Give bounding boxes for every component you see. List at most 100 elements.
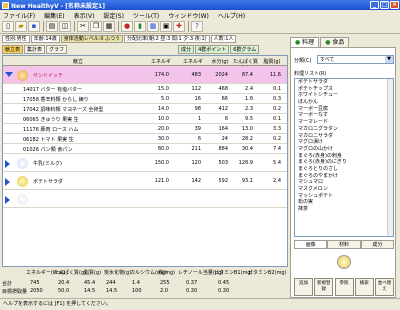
copy-icon[interactable]: ❐ [90, 21, 102, 32]
tab-summary[interactable]: 集計表 [24, 45, 46, 54]
row-value: 30.0 [157, 135, 169, 142]
dish-list-scrollbar[interactable] [387, 79, 393, 236]
tab-menu-table[interactable]: 献立表 [2, 45, 24, 54]
menu-settings[interactable]: 設定(S) [103, 11, 124, 20]
dish-list-item[interactable]: ポテトサラダ [295, 79, 393, 86]
row-value: 884 [218, 145, 228, 152]
collapsed-arrow-icon[interactable] [5, 196, 10, 204]
row-value: 5.0 [161, 95, 169, 102]
row-value: 121.0 [154, 177, 169, 184]
ratio-field[interactable]: 分配比率(朝:2 昼:3 間:1 夕:3 夜:1) [123, 35, 210, 43]
dish-list-item[interactable]: ポテトチップス [295, 86, 393, 93]
person-icon[interactable]: ● [121, 21, 133, 32]
tab-image[interactable]: 画像 [294, 240, 328, 249]
tab-dishes[interactable]: ● 料理 [290, 37, 320, 47]
dish-list[interactable]: ポテトサラダ ポテトチップス ホワイトシチュー ほんかん マーボー豆腐 マーボーなす マーマ… [294, 78, 394, 237]
header-fat: 脂質(g) [263, 59, 281, 65]
chart-icon[interactable]: ▮ [134, 21, 146, 32]
calendar-icon[interactable]: ▣ [160, 21, 172, 32]
dish-list-item[interactable]: マグロ漬け [295, 139, 393, 146]
total-value: 1.4 [132, 280, 140, 286]
row-value: 128.9 [238, 159, 253, 166]
ingredient-row[interactable]: 14017 バター 有塩バター 15.0 112 468 2.4 0.1 [3, 84, 287, 94]
dish-list-item[interactable]: まぐろ(赤身)のにぎり [295, 159, 393, 166]
menu-window[interactable]: ウィンドウ(W) [168, 11, 209, 20]
menu-file[interactable]: ファイル(F) [3, 11, 35, 20]
row-value: 2.3 [245, 105, 253, 112]
tab-graph[interactable]: グラフ [46, 45, 68, 54]
ingredient-row[interactable]: 06065 きゅうり 果実 生 10.0 1 6 9.5 0.1 [3, 114, 287, 124]
category-select[interactable]: すべて ▼ [317, 55, 394, 64]
category-label: 分類(C) [294, 58, 312, 64]
dish-list-item[interactable]: マカロニグラタン [295, 126, 393, 133]
menu-grid: 献立 エネルギー(kcal) エネルギー 水分(g) たんぱく質(g) 脂質(g… [2, 55, 288, 267]
add-button[interactable]: 追加 [294, 278, 313, 296]
dish-list-item[interactable]: 松の実 [295, 199, 393, 206]
dish-tab-icon: ● [295, 39, 301, 46]
tab-4group-points[interactable]: 4群ポイント [195, 45, 230, 54]
activity-level-field[interactable]: 身体活動レベル:II ふつう [60, 35, 123, 43]
menu-tools[interactable]: ツール(T) [133, 11, 159, 20]
row-value: 16 [194, 95, 201, 102]
dish-list-item[interactable]: マグロの山かけ [295, 146, 393, 153]
row-value: 483 [191, 71, 201, 78]
dish-list-item[interactable]: マーボーなす [295, 112, 393, 119]
view-tabs: 献立表 集計表 グラフ 成分 4群ポイント 6群グラム [0, 44, 288, 55]
dish-list-item[interactable]: マーマレード [295, 119, 393, 126]
dish-list-item[interactable]: マスクメロン [295, 186, 393, 193]
new-register-button[interactable]: 新規登録 [314, 278, 334, 296]
expand-arrow-icon[interactable] [5, 72, 13, 77]
ingredient-row[interactable]: 17042 調味料類 マヨネーズ 全卵型 14.0 98 412 2.3 0.2 [3, 104, 287, 114]
menu-help[interactable]: ヘルプ(H) [218, 11, 245, 20]
tab-ingredients[interactable]: 材料 [327, 240, 361, 249]
print-icon[interactable]: ▤ [46, 21, 58, 32]
cut-icon[interactable]: ✂ [77, 21, 89, 32]
minimize-button[interactable]: _ [370, 1, 379, 9]
gender-field[interactable]: 性別:男性 [2, 35, 30, 43]
tab-6group-grams[interactable]: 6群グラム [230, 45, 260, 54]
tab-foods[interactable]: ● 食品 [320, 37, 350, 47]
reference-button[interactable]: 参照 [334, 278, 354, 296]
row-value: 468 [218, 85, 228, 92]
ingredient-row[interactable]: 06182 トマト 果実 生 30.0 6 24 28.2 0.2 [3, 134, 287, 144]
add-dish-icon[interactable]: ✚ [173, 21, 185, 32]
menu-view[interactable]: 表示(V) [74, 11, 95, 20]
total-value: 745 [30, 280, 40, 286]
print-preview-icon[interactable]: ◫ [59, 21, 71, 32]
sort-button[interactable]: 並べ替え [375, 278, 394, 296]
people-count-field[interactable]: 人数:1人 [210, 35, 237, 43]
collapsed-arrow-icon[interactable] [5, 160, 10, 168]
ingredient-row[interactable]: 01026 パン類 食パン 80.0 211 884 30.4 7.4 [3, 144, 287, 154]
dish-list-item[interactable]: 抹茶 [295, 206, 393, 213]
close-button[interactable]: × [390, 1, 399, 9]
row-name: ポテトサラダ [33, 178, 64, 185]
tab-nutrients[interactable]: 成分 [360, 240, 394, 249]
dish-list-item[interactable]: ほんかん [295, 99, 393, 106]
chevron-down-icon[interactable]: ▼ [385, 56, 393, 63]
dish-list-item[interactable]: まぐろのやまかけ [295, 173, 393, 180]
new-file-icon[interactable]: ▯ [2, 21, 14, 32]
ingredient-row[interactable]: 11176 豚肉 ロース ハム 20.0 39 164 13.0 3.3 [3, 124, 287, 134]
dish-row[interactable]: サンドイッチ 174.0 483 2024 87.4 11.6 [3, 66, 287, 84]
dish-row[interactable]: ポテトサラダ 121.0 142 592 93.1 2.4 [3, 172, 287, 190]
tab-components[interactable]: 成分 [178, 45, 195, 54]
food-tab-icon: ● [325, 39, 331, 46]
paste-icon[interactable]: ▦ [103, 21, 115, 32]
menu-edit[interactable]: 編集(E) [44, 11, 64, 20]
search-button[interactable]: 検索 [354, 278, 374, 296]
open-folder-icon[interactable]: ▰ [15, 21, 27, 32]
dish-list-item[interactable]: マシュマロ [295, 179, 393, 186]
table-icon[interactable]: ▦ [147, 21, 159, 32]
title-bar: New HealthyV - [名称未設定1] _ □ × [0, 0, 400, 10]
row-value: 503 [218, 159, 228, 166]
row-value: 6 [197, 135, 201, 142]
dish-row[interactable] [3, 190, 287, 208]
maximize-button[interactable]: □ [380, 1, 389, 9]
help-icon[interactable]: ? [191, 21, 203, 32]
ingredient-row[interactable]: 17058 香辛料類 からし 練り 5.0 16 66 1.6 0.3 [3, 94, 287, 104]
save-icon[interactable]: ▪ [28, 21, 40, 32]
dish-row[interactable]: 牛乳(ミルク) 150.0 120 503 128.9 5.4 [3, 154, 287, 172]
dish-list-item[interactable]: まぐろとりのさし [295, 166, 393, 173]
age-field[interactable]: 年齢:14歳 [30, 35, 60, 43]
collapsed-arrow-icon[interactable] [5, 178, 10, 186]
